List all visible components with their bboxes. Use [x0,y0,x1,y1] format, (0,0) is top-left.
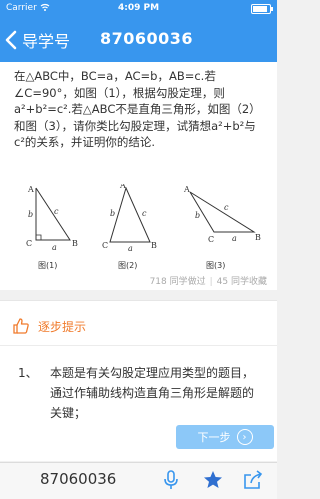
fig1-side-c: c [54,207,59,216]
hint-header: 逐步提示 [12,317,86,335]
hint-card: 逐步提示 1、 本题是有关勾股定理应用类型的题目，通过作辅助线构造直角三角形是解… [0,300,277,461]
fig3-point-c: C [208,235,214,244]
fig3-label: 图(3) [206,261,225,270]
fig2-side-b: b [110,209,115,218]
fig3-point-b: B [255,233,261,242]
fig2-label: 图(2) [118,261,137,270]
search-code[interactable]: 87060036 [40,470,116,488]
fig3-point-a: A [183,185,190,194]
figure-3: A C B b c a 图(3) [183,185,261,270]
star-icon[interactable] [202,469,224,491]
fig1-point-c: C [26,239,32,248]
fig1-point-a: A [27,185,34,194]
status-bar: Carrier 4:09 PM [0,0,277,18]
question-card: 在△ABC中，BC=a，AC=b，AB=c.若∠C=90°，如图（1），根据勾股… [0,62,277,290]
chevron-left-icon [5,30,17,50]
question-stats: 718 同学做过 | 45 同学收藏 [149,277,267,287]
figure-1: A C B b c a 图(1) [26,185,78,270]
practiced-count: 718 同学做过 [149,277,206,287]
fig1-side-a: a [52,243,57,252]
fig2-side-c: c [142,209,147,218]
hint-step-number: 1、 [18,366,38,380]
divider [0,345,277,346]
figure-2: A C B b c a 图(2) [102,181,157,270]
chevron-right-circle-icon: › [236,429,253,445]
fig3-side-b: b [195,211,200,220]
next-step-button[interactable]: 下一步 › [176,425,274,449]
hint-title: 逐步提示 [38,319,87,334]
fig3-side-a: a [232,234,237,243]
favorited-count: 45 同学收藏 [216,277,267,287]
back-button[interactable]: 导学号 [4,25,70,55]
thumbs-up-icon [13,318,29,334]
back-label: 导学号 [22,32,71,51]
page-title: 87060036 [100,29,194,48]
next-step-label: 下一步 [197,431,231,444]
fig2-point-c: C [102,241,108,250]
fig3-side-c: c [224,203,229,212]
fig1-point-b: B [72,239,78,248]
fig2-side-a: a [128,244,133,253]
status-time: 4:09 PM [117,3,160,13]
share-icon[interactable] [242,469,264,491]
fig2-point-b: B [151,241,157,250]
fig2-point-a: A [119,184,126,190]
bottom-toolbar: 87060036 [0,462,277,499]
microphone-icon[interactable] [160,469,182,491]
fig1-label: 图(1) [38,261,57,270]
fig1-side-b: b [28,210,33,219]
battery-icon [251,4,273,14]
question-text: 在△ABC中，BC=a，AC=b，AB=c.若∠C=90°，如图（1），根据勾股… [14,69,261,149]
question-figures: A C B b c a 图(1) A C B b c a 图(2) A C B … [14,181,266,274]
nav-bar: 导学号 87060036 [0,18,277,62]
hint-step: 1、 本题是有关勾股定理应用类型的题目，通过作辅助线构造直角三角形是解题的关键； [18,363,258,423]
hint-step-text: 本题是有关勾股定理应用类型的题目，通过作辅助线构造直角三角形是解题的关键； [50,366,255,420]
